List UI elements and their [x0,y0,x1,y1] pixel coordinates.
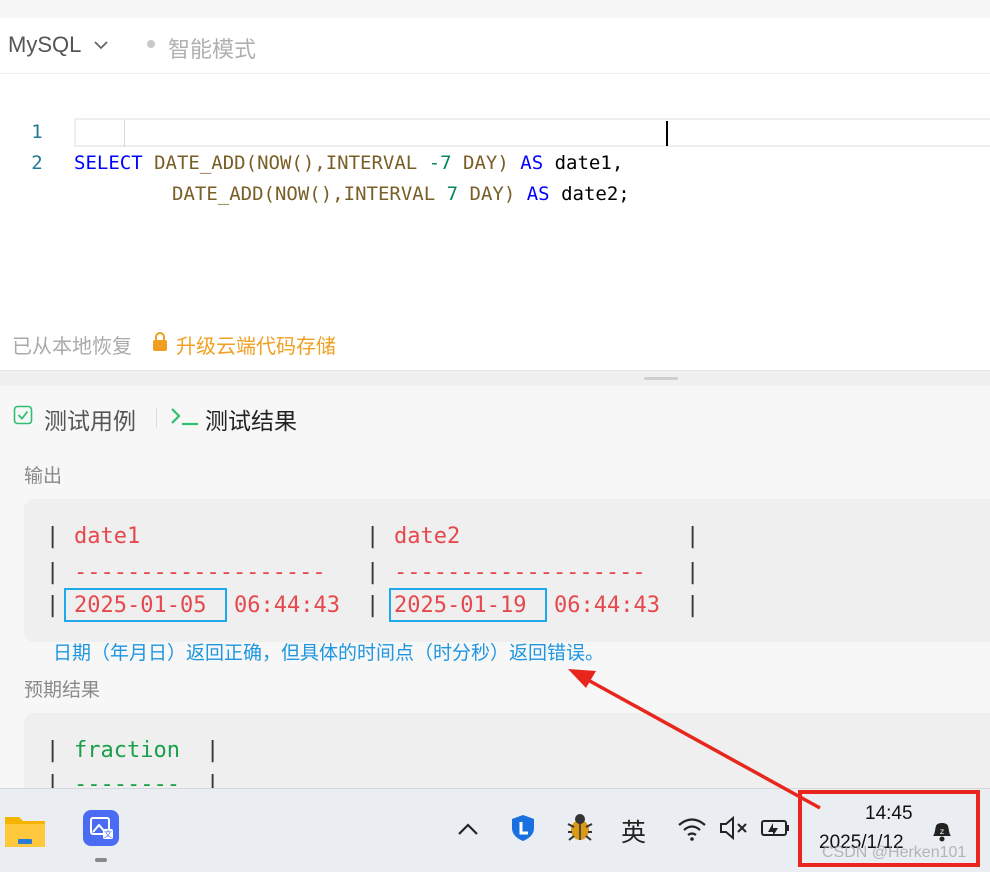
annotation-arrow [568,669,821,810]
